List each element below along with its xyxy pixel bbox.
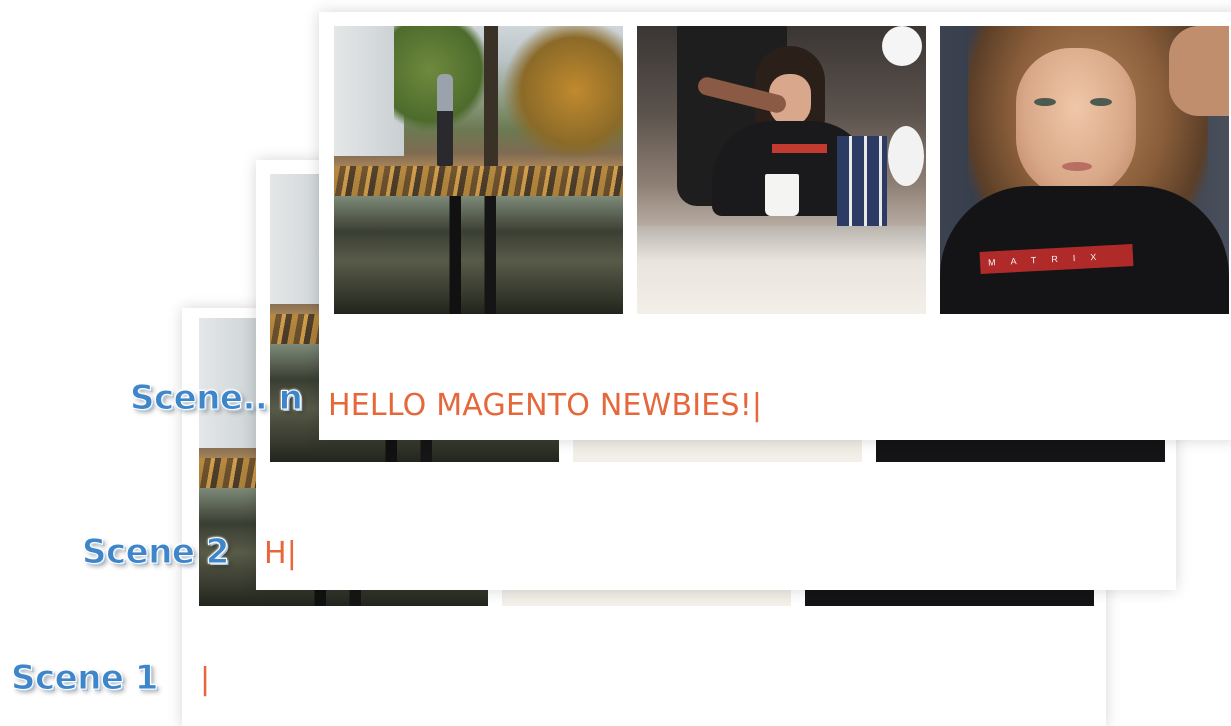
scene-n-card: MATRIX HELLO MAGENTO NEWBIES!| [319, 12, 1231, 440]
scene-2-label: Scene 2 [82, 532, 230, 573]
park-photo [334, 26, 623, 314]
slideshow-scenes-illustration: MATRIX | MATRIX H| [0, 0, 1231, 726]
salon-photo [637, 26, 926, 314]
scene-n-typed-text: HELLO MAGENTO NEWBIES!| [328, 388, 763, 423]
scene-n-label: Scene.. n [129, 378, 303, 419]
scene-1-label: Scene 1 [11, 658, 159, 699]
scene-1-typed-text: | [200, 662, 211, 697]
model-photo: MATRIX [940, 26, 1229, 314]
scene-n-photo-row: MATRIX [334, 26, 1229, 314]
scene-2-typed-text: H| [264, 536, 298, 571]
